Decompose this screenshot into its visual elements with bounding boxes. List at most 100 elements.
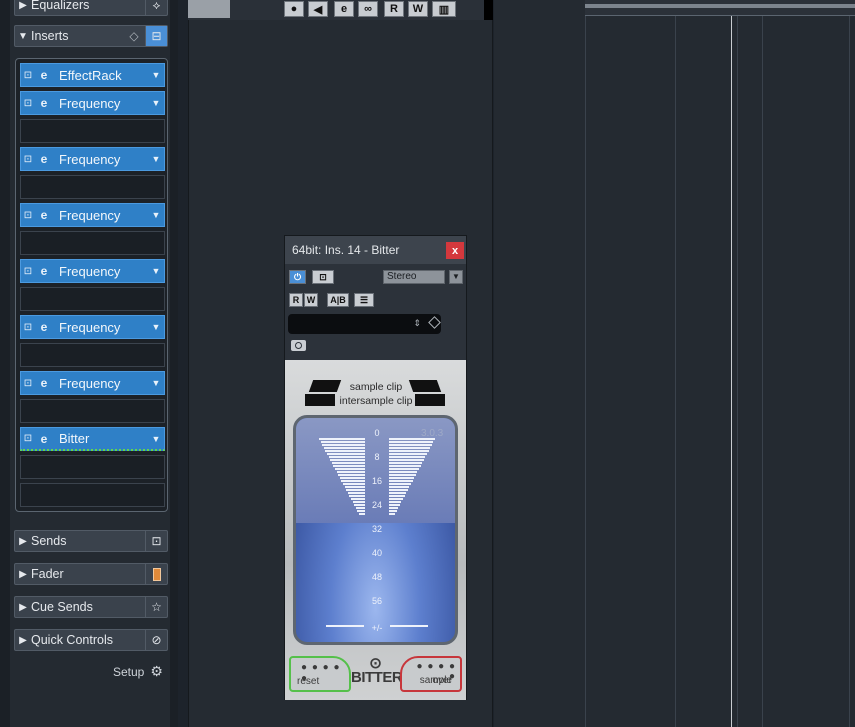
section-equalizers[interactable]: ▶ Equalizers ⟡: [14, 0, 168, 16]
meter-bar: [355, 507, 365, 509]
reset-button[interactable]: ● ● ● ● ● reset: [289, 656, 351, 692]
ab-compare-button[interactable]: A|B: [327, 293, 349, 307]
meter-plusminus-bar: [390, 625, 428, 627]
fader-icon[interactable]: [145, 564, 167, 584]
bypass-icon[interactable]: ⊡: [21, 154, 35, 165]
plugin-window[interactable]: 64bit: Ins. 14 - Bitter x ⏻ ⊡ Stereo ▼ R…: [284, 235, 467, 700]
meter-bar: [389, 498, 403, 500]
insert-slot[interactable]: [20, 287, 165, 311]
insert-slot[interactable]: [20, 119, 165, 143]
camera-icon[interactable]: [291, 340, 306, 351]
preset-field[interactable]: ⇕: [288, 314, 441, 334]
write-automation-button[interactable]: W: [304, 293, 318, 307]
bypass-icon[interactable]: ⊡: [21, 378, 35, 389]
edit-icon[interactable]: e: [35, 432, 53, 446]
chevron-down-icon[interactable]: ▼: [148, 70, 164, 80]
bypass-icon[interactable]: ⊡: [312, 270, 334, 284]
inserts-bypass-icon[interactable]: ⊟: [145, 26, 167, 46]
timeline-ruler[interactable]: [585, 0, 855, 16]
section-sends[interactable]: ▶ Sends ⊡: [14, 530, 168, 552]
clip-indicator-labels: sample clip intersample clip: [339, 381, 413, 407]
oversample-button[interactable]: ● ● ● ● ● over sample: [400, 656, 462, 692]
section-cue-sends[interactable]: ▶ Cue Sends ☆: [14, 596, 168, 618]
meter-bar: [389, 477, 415, 479]
setup-button[interactable]: Setup ⚙: [113, 663, 163, 680]
insert-slots: ⊡ e EffectRack ▼ ⊡ e Frequency ▼ ⊡ e Frequency ▼ ⊡ e F…: [15, 58, 168, 512]
write-button[interactable]: W: [408, 1, 428, 17]
channel-select[interactable]: Stereo: [383, 270, 445, 284]
bypass-icon[interactable]: ⊡: [21, 98, 35, 109]
playhead-cursor[interactable]: [731, 0, 732, 727]
insert-slot[interactable]: [20, 483, 165, 507]
edit-icon[interactable]: e: [35, 96, 53, 110]
preset-diamond-icon[interactable]: ◇: [123, 26, 145, 46]
insert-slot[interactable]: ⊡ e Bitter ▼: [20, 427, 165, 451]
monitor-button[interactable]: ◀: [308, 1, 328, 17]
menu-icon[interactable]: ☰: [354, 293, 374, 307]
eq-icon[interactable]: ⟡: [145, 0, 167, 15]
meter-bar: [389, 438, 435, 440]
close-button[interactable]: x: [446, 242, 464, 259]
chevron-down-icon[interactable]: ▼: [449, 270, 463, 284]
record-enable-button[interactable]: ●: [284, 1, 304, 17]
edit-icon[interactable]: e: [35, 68, 53, 82]
insert-slot[interactable]: ⊡ e Frequency ▼: [20, 315, 165, 339]
bit-meter: 3.0.3 0 8 16 24 32 40 48 56 +/-: [293, 415, 458, 645]
link-button[interactable]: ∞: [358, 1, 378, 17]
meter-bar: [339, 477, 365, 479]
chevron-down-icon[interactable]: ▼: [148, 378, 164, 388]
meter-bar: [346, 489, 365, 491]
meter-bar: [323, 447, 365, 449]
insert-slot[interactable]: ⊡ e Frequency ▼: [20, 203, 165, 227]
insert-slot[interactable]: ⊡ e Frequency ▼: [20, 371, 165, 395]
sends-icon[interactable]: ⊡: [145, 531, 167, 551]
insert-slot[interactable]: [20, 399, 165, 423]
edit-icon[interactable]: e: [35, 208, 53, 222]
edit-button[interactable]: e: [334, 1, 354, 17]
insert-slot[interactable]: ⊡ e Frequency ▼: [20, 147, 165, 171]
meter-bar: [349, 495, 365, 497]
read-button[interactable]: R: [384, 1, 404, 17]
chevron-down-icon[interactable]: ▼: [148, 210, 164, 220]
chevron-down-icon[interactable]: ▼: [148, 154, 164, 164]
insert-slot[interactable]: [20, 175, 165, 199]
chevron-down-icon[interactable]: ▼: [148, 266, 164, 276]
section-fader[interactable]: ▶ Fader: [14, 563, 168, 585]
bitter-panel: sample clip intersample clip 3.0.3 0 8 16 2…: [285, 360, 466, 700]
insert-slot[interactable]: ⊡ e Frequency ▼: [20, 91, 165, 115]
expand-arrow-icon: ▶: [19, 0, 27, 11]
edit-icon[interactable]: e: [35, 320, 53, 334]
read-automation-button[interactable]: R: [289, 293, 303, 307]
meter-bar: [331, 462, 365, 464]
insert-slot[interactable]: [20, 231, 165, 255]
edit-icon[interactable]: e: [35, 264, 53, 278]
meter-bar: [357, 510, 365, 512]
star-icon[interactable]: ☆: [145, 597, 167, 617]
chevron-down-icon[interactable]: ▼: [148, 322, 164, 332]
quick-controls-icon[interactable]: ⊘: [145, 630, 167, 650]
insert-slot[interactable]: [20, 343, 165, 367]
bypass-icon[interactable]: ⊡: [21, 210, 35, 221]
meter-scale-label: +/-: [371, 623, 383, 633]
chevron-down-icon[interactable]: ▼: [148, 434, 164, 444]
lanes-button[interactable]: ▥: [432, 1, 456, 17]
bypass-icon[interactable]: ⊡: [21, 433, 35, 444]
section-inserts[interactable]: ▼ Inserts ◇ ⊟: [14, 25, 168, 47]
insert-slot[interactable]: [20, 455, 165, 479]
power-icon[interactable]: ⏻: [289, 270, 306, 284]
bypass-icon[interactable]: ⊡: [21, 322, 35, 333]
section-quick-controls[interactable]: ▶ Quick Controls ⊘: [14, 629, 168, 651]
bypass-icon[interactable]: ⊡: [21, 266, 35, 277]
meter-bar: [389, 465, 421, 467]
insert-slot[interactable]: ⊡ e Frequency ▼: [20, 259, 165, 283]
meter-scale-label: 0: [374, 428, 380, 438]
edit-icon[interactable]: e: [35, 376, 53, 390]
plugin-title-bar[interactable]: 64bit: Ins. 14 - Bitter: [285, 236, 466, 264]
plugin-title: 64bit: Ins. 14 - Bitter: [292, 243, 400, 257]
chevron-down-icon[interactable]: ▼: [148, 98, 164, 108]
meter-bar: [389, 486, 410, 488]
insert-slot[interactable]: ⊡ e EffectRack ▼: [20, 63, 165, 87]
meter-bar: [389, 495, 405, 497]
bypass-icon[interactable]: ⊡: [21, 70, 35, 81]
edit-icon[interactable]: e: [35, 152, 53, 166]
